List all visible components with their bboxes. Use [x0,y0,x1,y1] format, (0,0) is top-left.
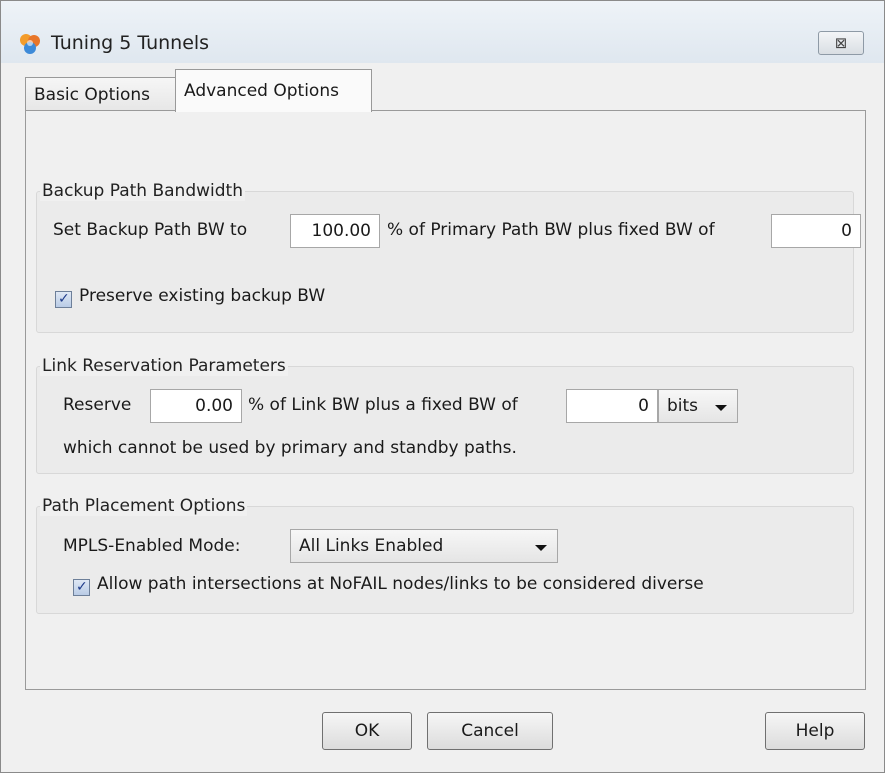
title-bar: Tuning 5 Tunnels ⊠ [1,1,884,63]
advanced-options-panel: Backup Path Bandwidth Set Backup Path BW… [25,110,866,690]
bw-unit-value: bits [667,396,699,416]
mpls-mode-value: All Links Enabled [299,536,444,556]
backup-percent-input[interactable] [290,214,380,248]
link-reservation-group: Link Reservation Parameters Reserve % of… [36,356,854,474]
reserve-label: Reserve [63,395,132,415]
group-title: Link Reservation Parameters [40,356,288,376]
close-button[interactable]: ⊠ [818,31,864,55]
help-button[interactable]: Help [765,712,865,750]
allow-intersections-label[interactable]: Allow path intersections at NoFAIL nodes… [97,574,704,594]
app-logo-icon [20,34,40,54]
mpls-mode-select[interactable]: All Links Enabled [290,529,558,563]
tuning-dialog: Tuning 5 Tunnels ⊠ Basic Options Advance… [0,0,885,773]
tab-advanced-options[interactable]: Advanced Options [175,69,372,112]
bw-unit-select[interactable]: bits [658,389,738,423]
set-backup-label: Set Backup Path BW to [53,220,248,240]
primary-path-label: % of Primary Path BW plus fixed BW of [387,220,715,240]
path-placement-group: Path Placement Options MPLS-Enabled Mode… [36,496,854,614]
checkmark-icon: ✓ [76,579,88,595]
group-title: Path Placement Options [40,496,248,516]
mpls-mode-label: MPLS-Enabled Mode: [63,536,241,556]
close-icon: ⊠ [834,34,848,52]
window-title: Tuning 5 Tunnels [51,32,210,54]
ok-button[interactable]: OK [322,712,412,750]
reservation-note: which cannot be used by primary and stan… [63,438,517,458]
preserve-backup-label[interactable]: Preserve existing backup BW [79,286,325,306]
allow-intersections-checkbox[interactable]: ✓ [73,579,90,596]
group-title: Backup Path Bandwidth [40,181,245,201]
reserve-fixed-bw-input[interactable] [566,389,658,423]
chevron-down-icon [715,405,727,411]
backup-fixed-bw-input[interactable] [771,214,861,248]
link-bw-label: % of Link BW plus a fixed BW of [248,395,518,415]
chevron-down-icon [535,545,547,551]
tab-basic-options[interactable]: Basic Options [25,77,178,112]
cancel-button[interactable]: Cancel [427,712,553,750]
reserve-percent-input[interactable] [150,389,242,423]
checkmark-icon: ✓ [58,291,70,307]
preserve-backup-checkbox[interactable]: ✓ [55,291,72,308]
backup-bandwidth-group: Backup Path Bandwidth Set Backup Path BW… [36,181,861,333]
